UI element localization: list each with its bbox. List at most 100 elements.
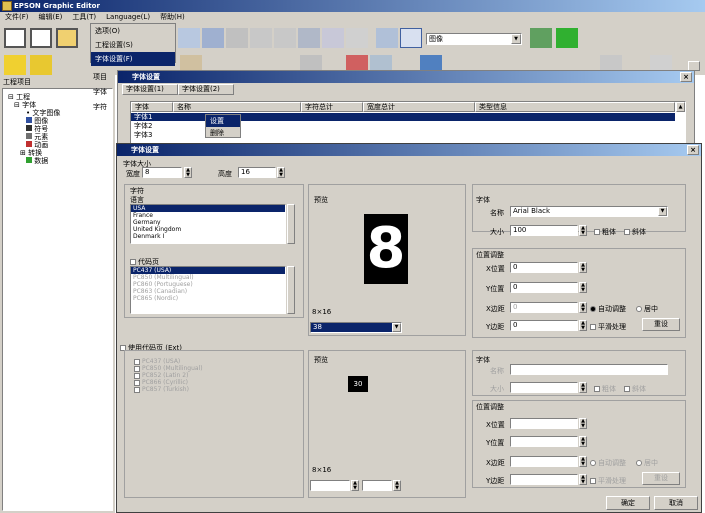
- context-menu-item[interactable]: 设置: [206, 115, 240, 127]
- adjust2-field[interactable]: [510, 436, 578, 447]
- center2-radio[interactable]: 居中: [636, 458, 658, 468]
- adjust2-stepper[interactable]: ▲ ▼: [579, 436, 587, 447]
- copy-icon[interactable]: [202, 28, 224, 48]
- chart-icon[interactable]: [298, 28, 320, 48]
- adjust-field[interactable]: 0: [510, 262, 578, 273]
- language-scrollbar[interactable]: [287, 204, 295, 244]
- column-header[interactable]: 字体: [131, 102, 173, 112]
- adjust2-stepper[interactable]: ▲ ▼: [579, 474, 587, 485]
- smooth2-checkbox[interactable]: 平滑处理: [590, 476, 626, 486]
- edit-yellow-icon[interactable]: [30, 55, 52, 75]
- list-item[interactable]: PC852 (Latin 2): [132, 372, 282, 379]
- new-file-icon[interactable]: [4, 28, 26, 48]
- paste-icon[interactable]: [226, 28, 248, 48]
- adjust-field[interactable]: 0: [510, 282, 578, 293]
- auto-adjust2-radio[interactable]: 自动调整: [590, 458, 626, 468]
- tools-menu-item[interactable]: 字体设置(F): [91, 52, 175, 66]
- mode-select[interactable]: 图像 ▼: [426, 33, 522, 45]
- font-size2-field[interactable]: [510, 382, 578, 393]
- folder-yellow-icon[interactable]: [4, 55, 26, 75]
- cut-icon[interactable]: [178, 28, 200, 48]
- list-item[interactable]: United Kingdom: [131, 226, 285, 233]
- menu-tools[interactable]: 工具(T): [67, 12, 101, 23]
- list-item[interactable]: PC437 (USA): [131, 267, 285, 274]
- list-item[interactable]: Germany: [131, 219, 285, 226]
- adjust2-field[interactable]: [510, 456, 578, 467]
- adjust2-field[interactable]: [510, 474, 578, 485]
- preview2-stepper-2[interactable]: ▲ ▼: [393, 480, 401, 491]
- codepage-scrollbar[interactable]: [287, 266, 295, 314]
- adjust-stepper[interactable]: ▲ ▼: [579, 302, 587, 313]
- adjust2-stepper[interactable]: ▲ ▼: [579, 456, 587, 467]
- preview2-select-1[interactable]: [310, 480, 350, 491]
- context-menu-item[interactable]: 删除: [206, 127, 240, 139]
- codepage-list[interactable]: PC437 (USA) PC850 (Multilingual) PC860 (…: [130, 266, 286, 314]
- center-radio[interactable]: 居中: [636, 304, 658, 314]
- font-size-field[interactable]: 100: [510, 225, 578, 236]
- preview2-select-2[interactable]: [362, 480, 392, 491]
- list-item[interactable]: PC865 (Nordic): [131, 295, 285, 302]
- export-icon[interactable]: [530, 28, 552, 48]
- scroll-up-button[interactable]: ▲: [676, 102, 685, 112]
- close-icon[interactable]: ×: [680, 72, 692, 82]
- language-list[interactable]: USA France Germany United Kingdom Denmar…: [130, 204, 286, 244]
- tools-menu-item[interactable]: 工程设置(S): [91, 38, 175, 52]
- grid-icon[interactable]: [322, 28, 344, 48]
- list-item[interactable]: PC850 (Multilingual): [132, 365, 282, 372]
- preview-char-select[interactable]: 38 ▼: [310, 322, 402, 333]
- preview2-stepper-1[interactable]: ▲ ▼: [351, 480, 359, 491]
- list-item[interactable]: PC860 (Portuguese): [131, 281, 285, 288]
- width-stepper[interactable]: ▲ ▼: [184, 167, 192, 178]
- open-folder-icon[interactable]: [56, 28, 78, 48]
- menu-language[interactable]: Language(L): [101, 12, 155, 23]
- list-item[interactable]: PC437 (USA): [132, 358, 282, 365]
- reset-button[interactable]: 重设: [642, 318, 680, 331]
- green-action-icon[interactable]: [556, 28, 578, 48]
- frame-icon[interactable]: [346, 28, 368, 48]
- auto-adjust-radio[interactable]: 自动调整: [590, 304, 626, 314]
- adjust-stepper[interactable]: ▲ ▼: [579, 320, 587, 331]
- bold-checkbox[interactable]: 粗体: [594, 227, 616, 237]
- list-item[interactable]: PC850 (Multilingual): [131, 274, 285, 281]
- font-name-select[interactable]: Arial Black ▼: [510, 206, 668, 217]
- tree-item[interactable]: 数据: [26, 156, 48, 166]
- cancel-button[interactable]: 取消: [654, 496, 698, 510]
- undo-icon[interactable]: [250, 28, 272, 48]
- width-field[interactable]: 8: [142, 167, 182, 178]
- project-tree[interactable]: [2, 88, 113, 511]
- list-item[interactable]: Denmark I: [131, 233, 285, 240]
- menu-file[interactable]: 文件(F): [0, 12, 34, 23]
- adjust-stepper[interactable]: ▲ ▼: [579, 262, 587, 273]
- font-name2-select[interactable]: [510, 364, 668, 375]
- tab-font-2[interactable]: 字体设置(2): [178, 84, 234, 95]
- height-stepper[interactable]: ▲ ▼: [277, 167, 285, 178]
- adjust2-stepper[interactable]: ▲ ▼: [579, 418, 587, 429]
- adjust-field[interactable]: 0: [510, 320, 578, 331]
- column-header[interactable]: 类型信息: [475, 102, 675, 112]
- list-item[interactable]: France: [131, 212, 285, 219]
- adjust2-field[interactable]: [510, 418, 578, 429]
- tools-menu-item[interactable]: 选项(O): [91, 24, 175, 38]
- menu-help[interactable]: 帮助(H): [155, 12, 190, 23]
- reset2-button[interactable]: 重设: [642, 472, 680, 485]
- ext-list[interactable]: PC437 (USA) PC850 (Multilingual) PC852 (…: [132, 358, 282, 398]
- height-field[interactable]: 16: [238, 167, 276, 178]
- list-item[interactable]: PC863 (Canadian): [131, 288, 285, 295]
- column-header[interactable]: 宽度总计: [363, 102, 475, 112]
- italic-checkbox[interactable]: 斜体: [624, 227, 646, 237]
- adjust-stepper[interactable]: ▲ ▼: [579, 282, 587, 293]
- bold2-checkbox[interactable]: 粗体: [594, 384, 616, 394]
- smooth-checkbox[interactable]: 平滑处理: [590, 322, 626, 332]
- list-item[interactable]: PC866 (Cyrillic): [132, 379, 282, 386]
- tab-font-1[interactable]: 字体设置(1): [122, 84, 178, 95]
- column-header[interactable]: 名称: [173, 102, 301, 112]
- link-icon[interactable]: [376, 28, 398, 48]
- font-size2-stepper[interactable]: ▲ ▼: [579, 382, 587, 393]
- list-item[interactable]: PC857 (Turkish): [132, 386, 282, 393]
- font-size-stepper[interactable]: ▲ ▼: [579, 225, 587, 236]
- adjust-field[interactable]: 0: [510, 302, 578, 313]
- new-project-icon[interactable]: [30, 28, 52, 48]
- close-icon[interactable]: ×: [687, 145, 699, 155]
- ok-button[interactable]: 确定: [606, 496, 650, 510]
- menu-edit[interactable]: 编辑(E): [34, 12, 68, 23]
